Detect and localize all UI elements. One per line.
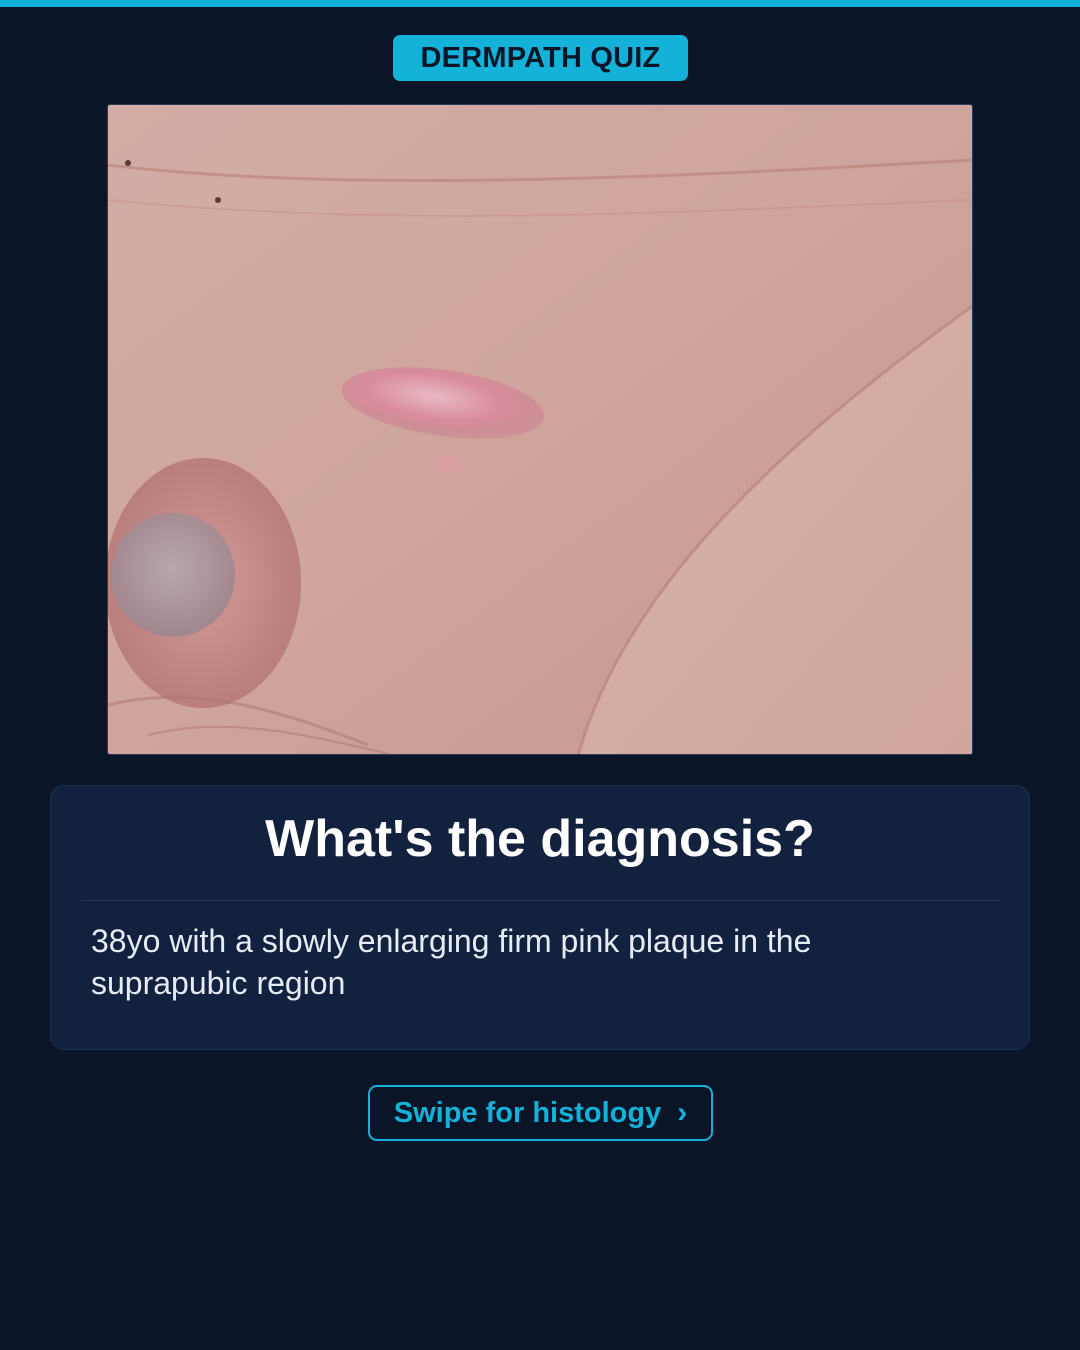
top-accent-bar bbox=[0, 0, 1080, 7]
clinical-photo bbox=[107, 104, 973, 755]
card-divider bbox=[81, 900, 1001, 901]
swipe-for-histology-button[interactable]: Swipe for histology › bbox=[368, 1085, 713, 1141]
chevron-right-icon: › bbox=[677, 1096, 688, 1129]
quiz-badge-label: DERMPATH QUIZ bbox=[420, 41, 661, 74]
question-card: What's the diagnosis? 38yo with a slowly… bbox=[50, 785, 1030, 1050]
quiz-badge: DERMPATH QUIZ bbox=[393, 35, 688, 81]
case-description: 38yo with a slowly enlarging firm pink p… bbox=[91, 923, 812, 1001]
question-title: What's the diagnosis? bbox=[265, 810, 815, 868]
swipe-button-label: Swipe for histology bbox=[393, 1096, 662, 1129]
clinical-photo-illustration bbox=[108, 105, 972, 754]
